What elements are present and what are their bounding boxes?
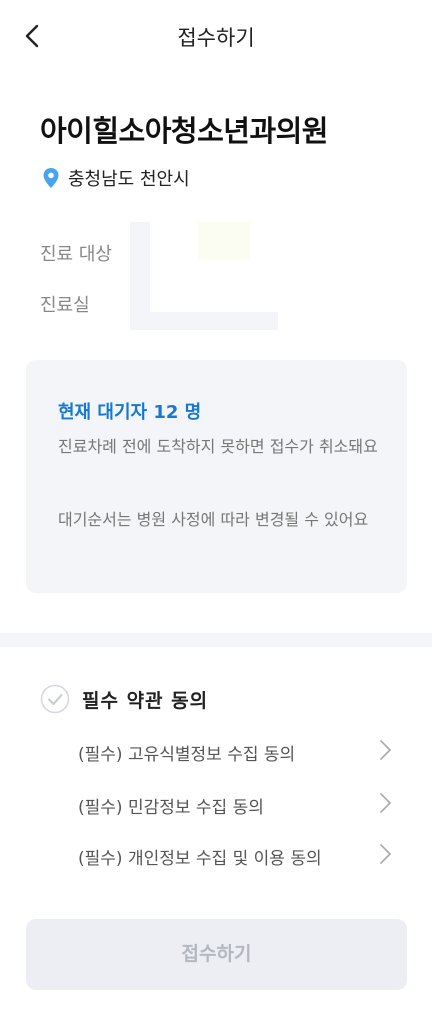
- check-circle-icon[interactable]: [40, 684, 70, 714]
- terms-item-label: (필수) 개인정보 수집 및 이용 동의: [78, 849, 322, 869]
- terms-item-personal-info[interactable]: (필수) 개인정보 수집 및 이용 동의: [78, 840, 398, 872]
- clinic-location: 충청남도 천안시: [42, 165, 190, 191]
- notice-text: 진료차례 전에 도착하지 못하면 접수가 취소돼요: [58, 437, 378, 456]
- submit-button[interactable]: 접수하기: [26, 919, 407, 990]
- agree-all-terms[interactable]: 필수 약관 동의: [40, 684, 208, 714]
- terms-item-sensitive-info[interactable]: (필수) 민감정보 수집 동의: [78, 789, 398, 821]
- terms-item-unique-id[interactable]: (필수) 고유식별정보 수집 동의: [78, 736, 398, 768]
- location-pin-icon: [43, 168, 59, 188]
- terms-item-label: (필수) 민감정보 수집 동의: [78, 798, 264, 818]
- room-label: 진료실: [40, 295, 90, 316]
- clinic-name: 아이힐소아청소년과의원: [40, 114, 328, 148]
- chevron-right-icon: [380, 740, 391, 760]
- page-title: 접수하기: [177, 26, 255, 50]
- redacted-area: [198, 222, 250, 260]
- notice-text: 대기순서는 병원 사정에 따라 변경될 수 있어요: [58, 510, 369, 529]
- terms-item-label: (필수) 고유식별정보 수집 동의: [78, 745, 296, 765]
- chevron-right-icon: [380, 844, 391, 864]
- section-divider: [0, 633, 432, 647]
- waiting-notice-card: 현재 대기자 12 명 진료차례 전에 도착하지 못하면 접수가 취소돼요 대기…: [26, 360, 407, 593]
- location-text: 충청남도 천안시: [68, 169, 190, 190]
- agree-all-label: 필수 약관 동의: [82, 689, 209, 712]
- patient-label: 진료 대상: [40, 244, 112, 265]
- chevron-right-icon: [380, 793, 391, 813]
- waiting-count: 현재 대기자 12 명: [58, 402, 202, 423]
- top-bar: 접수하기: [0, 0, 432, 76]
- redacted-area: [130, 312, 278, 330]
